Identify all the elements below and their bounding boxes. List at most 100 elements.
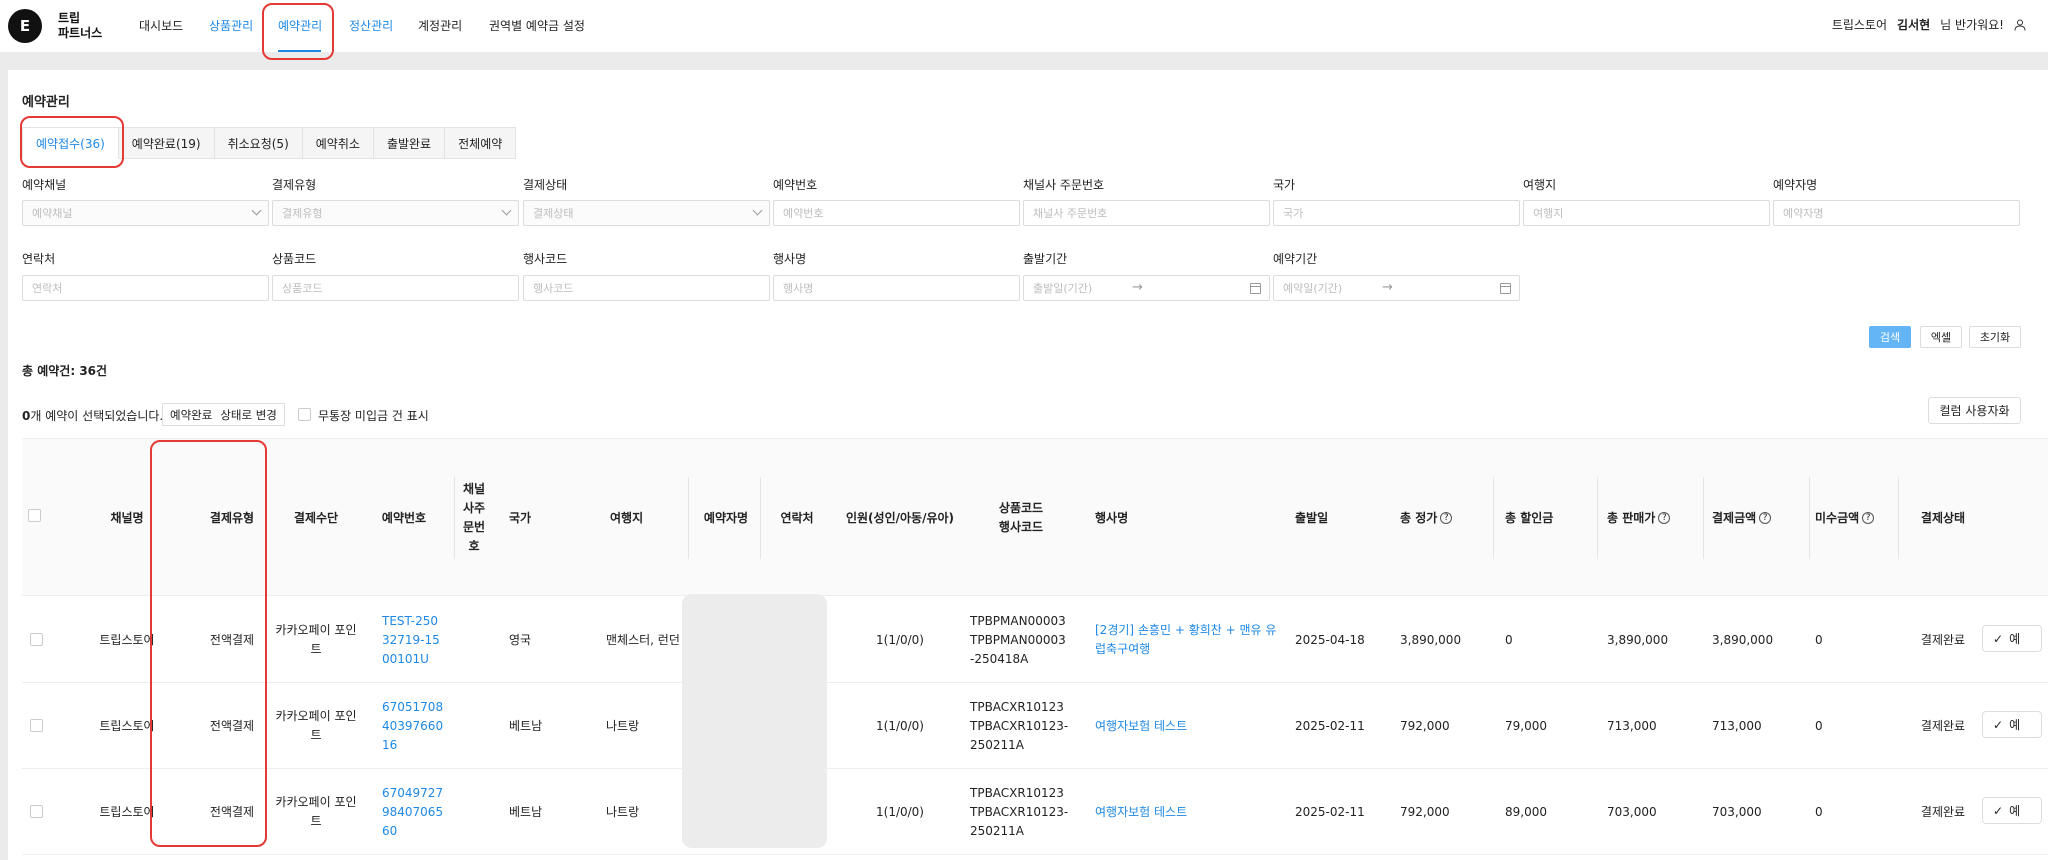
select-pay-status-value: 결제상태 bbox=[533, 207, 574, 220]
column-divider bbox=[1493, 477, 1494, 559]
cell-event-name[interactable]: 여행자보험 테스트 bbox=[1095, 769, 1280, 855]
search-button[interactable]: 검색 bbox=[1869, 326, 1911, 348]
confirm-button[interactable]: ✓ 예 bbox=[1982, 711, 2042, 738]
tab-received[interactable]: 예약접수(36) bbox=[22, 127, 119, 159]
table-row[interactable]: 트립스토어 전액결제 카카오페이 포인트 TEST-25032719-15001… bbox=[22, 597, 2048, 683]
row-checkbox[interactable] bbox=[30, 719, 43, 732]
cell-event-name[interactable]: 여행자보험 테스트 bbox=[1095, 683, 1280, 769]
help-icon[interactable]: ? bbox=[1759, 512, 1772, 524]
change-status-value: 예약완료 bbox=[170, 407, 213, 422]
cell-event-code: TPBACXR10123-250211A bbox=[970, 718, 1069, 752]
select-pay-status[interactable]: 결제상태 bbox=[523, 200, 770, 226]
th-pay-status: 결제상태 bbox=[1920, 510, 1966, 525]
cell-pax: 1(1/0/0) bbox=[876, 632, 924, 647]
th-depart: 출발일 bbox=[1295, 510, 1329, 525]
help-icon[interactable]: ? bbox=[1440, 512, 1453, 524]
check-icon: ✓ bbox=[1993, 803, 2004, 818]
th-paid-label: 결제금액 bbox=[1712, 510, 1757, 525]
cell-res-no[interactable]: 670497279840706560 bbox=[382, 769, 444, 855]
help-icon[interactable]: ? bbox=[1658, 512, 1671, 524]
cell-paid: 713,000 bbox=[1712, 718, 1762, 733]
tab-cancelled[interactable]: 예약취소 bbox=[302, 127, 374, 159]
nav-deposit-settings[interactable]: 권역별 예약금 설정 bbox=[489, 17, 585, 34]
nav-accounts[interactable]: 계정관리 bbox=[418, 17, 462, 34]
input-event-code[interactable]: 행사코드 bbox=[523, 275, 770, 301]
store-name: 트립스토어 bbox=[1831, 18, 1888, 32]
total-count: 총 예약건: 36건 bbox=[22, 364, 108, 378]
nav-reservations[interactable]: 예약관리 bbox=[278, 17, 322, 34]
tab-departed[interactable]: 출발완료 bbox=[373, 127, 446, 159]
cell-codes: TPBPMAN00003 TPBPMAN00003-250418A bbox=[970, 597, 1080, 683]
cell-paid: 3,890,000 bbox=[1712, 632, 1774, 647]
cell-list-price: 792,000 bbox=[1400, 718, 1450, 733]
status-tabs: 예약접수(36) 예약완료(19) 취소요청(5) 예약취소 출발완료 전체예약 bbox=[22, 127, 517, 159]
cell-res-no[interactable]: 670517084039766016 bbox=[382, 683, 444, 769]
table-row[interactable]: 트립스토어 전액결제 카카오페이 포인트 670517084039766016 … bbox=[22, 683, 2048, 769]
logo-icon[interactable]: E bbox=[8, 9, 42, 43]
select-pay-type[interactable]: 결제유형 bbox=[272, 200, 519, 226]
input-res-period[interactable]: 예약일(기간) → bbox=[1273, 275, 1520, 301]
input-product-code[interactable]: 상품코드 bbox=[272, 275, 519, 301]
cell-country: 베트남 bbox=[509, 718, 543, 733]
nav-products[interactable]: 상품관리 bbox=[209, 17, 253, 34]
table-row[interactable]: 트립스토어 전액결제 카카오페이 포인트 670497279840706560 … bbox=[22, 769, 2048, 855]
cell-event-code: TPBACXR10123-250211A bbox=[970, 804, 1069, 838]
unpaid-label: 무통장 미입금 건 표시 bbox=[318, 409, 429, 423]
calendar-icon[interactable] bbox=[1500, 283, 1511, 294]
excel-button[interactable]: 엑셀 bbox=[1920, 326, 1962, 348]
user-icon[interactable] bbox=[2014, 19, 2026, 31]
th-event-code: 행사코드 bbox=[998, 520, 1044, 534]
cell-product-code: TPBPMAN00003 bbox=[970, 613, 1066, 628]
reset-button[interactable]: 초기화 bbox=[1969, 326, 2021, 348]
cell-discount: 89,000 bbox=[1505, 804, 1547, 819]
cell-product-code: TPBACXR10123 bbox=[970, 699, 1064, 714]
tab-all[interactable]: 전체예약 bbox=[445, 127, 517, 159]
nav-settlement[interactable]: 정산관리 bbox=[349, 17, 393, 34]
input-contact[interactable]: 연락처 bbox=[22, 275, 269, 301]
change-status-button[interactable]: 예약완료 상태로 변경 bbox=[162, 403, 285, 426]
cell-sale-price: 703,000 bbox=[1607, 804, 1657, 819]
cell-event-name[interactable]: [2경기] 손흥민 + 황희찬 + 맨유 유럽축구여행 bbox=[1095, 597, 1280, 683]
th-paid: 결제금액? bbox=[1712, 439, 1812, 597]
cell-depart: 2025-02-11 bbox=[1295, 718, 1365, 733]
chevron-down-icon bbox=[501, 205, 512, 216]
th-booker: 예약자명 bbox=[703, 510, 749, 525]
column-customize-button[interactable]: 컬럼 사용자화 bbox=[1928, 397, 2021, 424]
input-event-name[interactable]: 행사명 bbox=[773, 275, 1020, 301]
cell-res-no[interactable]: TEST-25032719-1500101U bbox=[382, 597, 444, 683]
cell-list-price: 3,890,000 bbox=[1400, 632, 1462, 647]
cell-event-code: TPBPMAN00003-250418A bbox=[970, 632, 1066, 666]
row-checkbox[interactable] bbox=[30, 633, 43, 646]
label-destination: 여행지 bbox=[1523, 178, 1557, 192]
confirm-button[interactable]: ✓ 예 bbox=[1982, 625, 2042, 652]
select-all-checkbox[interactable] bbox=[28, 509, 41, 522]
cell-codes: TPBACXR10123 TPBACXR10123-250211A bbox=[970, 769, 1080, 855]
calendar-icon[interactable] bbox=[1250, 283, 1261, 294]
input-channel-order[interactable]: 채널사 주문번호 bbox=[1023, 200, 1270, 226]
row-checkbox[interactable] bbox=[30, 805, 43, 818]
input-res-no[interactable]: 예약번호 bbox=[773, 200, 1020, 226]
input-booker[interactable]: 예약자명 bbox=[1773, 200, 2020, 226]
tab-completed[interactable]: 예약완료(19) bbox=[118, 127, 215, 159]
cell-pay-status: 결제완료 bbox=[1920, 718, 1966, 733]
th-discount: 총 할인금 bbox=[1505, 510, 1554, 525]
th-product-code: 상품코드 bbox=[998, 501, 1044, 515]
label-product-code: 상품코드 bbox=[272, 252, 317, 266]
th-pay-method: 결제수단 bbox=[293, 510, 339, 525]
cell-pay-status: 결제완료 bbox=[1920, 804, 1966, 819]
tab-cancel-request[interactable]: 취소요청(5) bbox=[214, 127, 303, 159]
label-depart-period: 출발기간 bbox=[1023, 252, 1068, 266]
cell-depart: 2025-04-18 bbox=[1295, 632, 1365, 647]
brand-line2: 파트너스 bbox=[58, 26, 103, 40]
input-destination[interactable]: 여행지 bbox=[1523, 200, 1770, 226]
confirm-button[interactable]: ✓ 예 bbox=[1982, 797, 2042, 824]
cell-pax: 1(1/0/0) bbox=[876, 718, 924, 733]
input-country[interactable]: 국가 bbox=[1273, 200, 1520, 226]
column-divider bbox=[1597, 477, 1598, 559]
select-channel[interactable]: 예약채널 bbox=[22, 200, 269, 226]
nav-dashboard[interactable]: 대시보드 bbox=[139, 17, 183, 34]
input-depart-period[interactable]: 출발일(기간) → bbox=[1023, 275, 1270, 301]
help-icon[interactable]: ? bbox=[1862, 512, 1875, 524]
th-event-name: 행사명 bbox=[1095, 510, 1129, 525]
unpaid-checkbox[interactable] bbox=[298, 408, 311, 421]
